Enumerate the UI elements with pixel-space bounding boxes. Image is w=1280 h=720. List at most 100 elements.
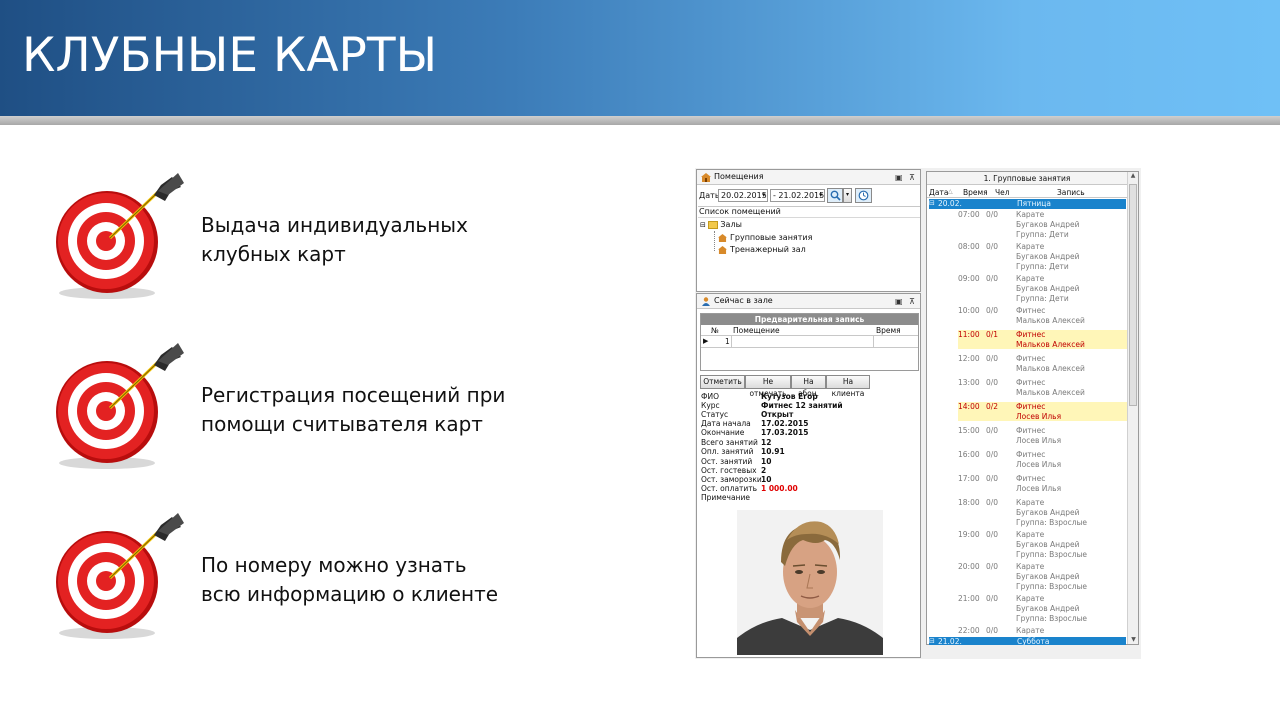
schedule-row[interactable]: 20:00 0/0 Карате Бугаков Андрей Группа: Взро… <box>927 562 1125 592</box>
row-record-line: Фитнес <box>1016 450 1046 459</box>
tree-item-gym[interactable]: Тренажерный зал <box>718 245 806 254</box>
row-record-line: Бугаков Андрей <box>1016 220 1080 229</box>
schedule-row[interactable]: 15:00 0/0 Фитнес Лосев Илья <box>927 426 1125 445</box>
row-count: 0/0 <box>986 306 999 315</box>
date-to-input[interactable]: - 21.02.2015 <box>770 189 825 202</box>
info-paid-sessions: Опл. занятий 10.91 <box>701 447 785 456</box>
to-subscription-button[interactable]: На абон. <box>791 375 826 398</box>
row-record: Фитнес Мальков Алексей <box>1016 330 1085 350</box>
schedule-row[interactable]: 16:00 0/0 Фитнес Лосев Илья <box>927 450 1125 469</box>
row-record-line: Бугаков Андрей <box>1016 252 1080 261</box>
refresh-button[interactable] <box>855 188 872 203</box>
scroll-up-icon[interactable]: ▲ <box>1128 172 1138 179</box>
row-count: 0/0 <box>986 354 999 363</box>
collapse-icon[interactable]: ⊟ <box>929 637 935 645</box>
header-divider <box>0 116 1280 125</box>
day-row-saturday[interactable]: ⊟ 21.02. Суббота <box>929 637 1126 645</box>
row-time: 21:00 <box>958 594 980 603</box>
row-count: 0/0 <box>986 210 999 219</box>
date-from-input[interactable]: 20.02.2015 <box>718 189 768 202</box>
info-course: Курс Фитнес 12 занятий <box>701 401 843 410</box>
schedule-row[interactable]: 17:00 0/0 Фитнес Лосев Илья <box>927 474 1125 493</box>
scroll-thumb[interactable] <box>1129 184 1137 406</box>
info-remaining-guest: Ост. гостевых 2 <box>701 466 767 475</box>
tree-item-group-classes[interactable]: Групповые занятия <box>718 233 812 242</box>
row-record: Фитнес Мальков Алексей <box>1016 306 1085 326</box>
panel-pin-icon[interactable]: ▣ ⊼ <box>895 297 917 306</box>
row-time: 14:00 <box>958 402 980 411</box>
bullet-1-line-1: Выдача индивидуальных <box>201 213 468 237</box>
row-record: Карате Бугаков Андрей Группа: Дети <box>1016 242 1080 272</box>
schedule-row[interactable]: 19:00 0/0 Карате Бугаков Андрей Группа: Взро… <box>927 530 1125 560</box>
row-time: 09:00 <box>958 274 980 283</box>
row-record-line: Группа: Взрослые <box>1016 550 1088 559</box>
row-record-line: Бугаков Андрей <box>1016 540 1080 549</box>
row-record: КаратеБугаков АндрейГруппа: Взрослые <box>1016 562 1087 592</box>
row-record-line: Мальков Алексей <box>1016 364 1085 373</box>
search-button[interactable] <box>827 188 843 203</box>
search-dropdown-button[interactable]: ▾ <box>843 188 852 203</box>
to-client-button[interactable]: На клиента <box>826 375 870 398</box>
schedule-row[interactable]: 07:00 0/0 Карате Бугаков Андрей Группа: Дети <box>927 210 1125 239</box>
schedule-title: 1. Групповые занятия <box>927 172 1127 185</box>
col-time: Время <box>876 326 901 335</box>
row-record: Карате Бугаков Андрей Группа: Дети <box>1016 274 1080 304</box>
scroll-down-icon[interactable]: ▼ <box>1128 636 1139 643</box>
col-date: Дата <box>929 188 949 197</box>
chevron-down-icon[interactable]: ▾ <box>819 191 823 199</box>
row-count: 0/2 <box>986 402 999 411</box>
schedule-row[interactable]: 11:00 0/1 Фитнес Мальков Алексей <box>958 330 1127 349</box>
dart-target-icon <box>56 173 184 299</box>
schedule-row[interactable]: 09:00 0/0 Карате Бугаков Андрей Группа: Дети <box>927 274 1125 304</box>
panel-pin-icon[interactable]: ▣ ⊼ <box>895 173 917 182</box>
col-record: Запись <box>1057 188 1085 197</box>
schedule-scrollbar[interactable]: ▲ ▼ <box>1127 172 1138 644</box>
schedule-row[interactable]: 14:00 0/2 Фитнес Лосев Илья <box>958 402 1127 421</box>
now-in-hall-panel: Сейчас в зале ▣ ⊼ Предварительная запись… <box>696 293 921 658</box>
schedule-row[interactable]: 10:00 0/0 Фитнес Мальков Алексей <box>927 306 1125 325</box>
rooms-panel: Помещения ▣ ⊼ Даты 20.02.2015 ▾ - 21.02.… <box>696 169 921 292</box>
schedule-row[interactable]: 08:00 0/0 Карате Бугаков Андрей Группа: Дети <box>927 242 1125 272</box>
row-count: 0/0 <box>986 626 999 635</box>
dart-target-icon <box>56 343 184 469</box>
prereg-table: Предварительная запись № Помещение Время… <box>700 313 919 371</box>
day-row-friday[interactable]: ⊟ 20.02. Пятница <box>929 199 1126 209</box>
row-record: КаратеБугаков АндрейГруппа: Взрослые <box>1016 530 1087 560</box>
collapse-icon[interactable]: ⊟ <box>929 199 935 207</box>
row-record-line: Группа: Дети <box>1016 230 1069 239</box>
schedule-row[interactable]: 13:00 0/0 Фитнес Мальков Алексей <box>927 378 1125 397</box>
row-record-line: Карате <box>1016 594 1045 603</box>
row-count: 0/0 <box>986 426 999 435</box>
sort-asc-icon[interactable]: △ <box>948 188 953 195</box>
row-record-line: Бугаков Андрей <box>1016 604 1080 613</box>
info-status: Статус Открыт <box>701 410 794 419</box>
row-record-line: Мальков Алексей <box>1016 340 1085 349</box>
row-record-line: Мальков Алексей <box>1016 316 1085 325</box>
row-count: 0/0 <box>986 594 999 603</box>
info-end-date: Окончание 17.03.2015 <box>701 428 809 437</box>
skip-mark-button[interactable]: Не отмечать <box>745 375 791 398</box>
schedule-row[interactable]: 21:00 0/0 Карате Бугаков Андрей Группа: Взро… <box>927 594 1125 623</box>
schedule-panel: 1. Групповые занятия Дата △ Время Чел За… <box>926 171 1139 645</box>
schedule-row[interactable]: 18:00 0/0 Карате Бугаков Андрей Группа: Взро… <box>927 498 1125 527</box>
row-time: 20:00 <box>958 562 980 571</box>
row-time: 13:00 <box>958 378 980 387</box>
chevron-down-icon[interactable]: ▾ <box>762 191 766 199</box>
row-record-line: Фитнес <box>1016 426 1046 435</box>
row-record-line: Лосев Илья <box>1016 436 1062 445</box>
row-record-line: Карате <box>1016 210 1045 219</box>
info-remaining-freeze: Ост. заморозки10 <box>701 475 772 484</box>
table-row[interactable]: ▶ 1 <box>701 336 918 348</box>
prereg-columns: № Помещение Время <box>701 325 918 336</box>
collapse-icon[interactable]: ⊟ <box>700 221 706 229</box>
row-record-line: Группа: Взрослые <box>1016 518 1088 527</box>
tree-connector <box>714 231 715 251</box>
house-icon <box>718 233 727 242</box>
mark-button[interactable]: Отметить <box>700 375 745 389</box>
row-record-line: Бугаков Андрей <box>1016 508 1080 517</box>
row-record: Фитнес Лосев Илья <box>1016 426 1061 446</box>
tree-root-halls[interactable]: ⊟ Залы <box>700 220 742 229</box>
clock-icon <box>858 190 869 201</box>
row-count: 0/0 <box>986 530 999 539</box>
schedule-row[interactable]: 12:00 0/0 Фитнес Мальков Алексей <box>927 354 1125 373</box>
